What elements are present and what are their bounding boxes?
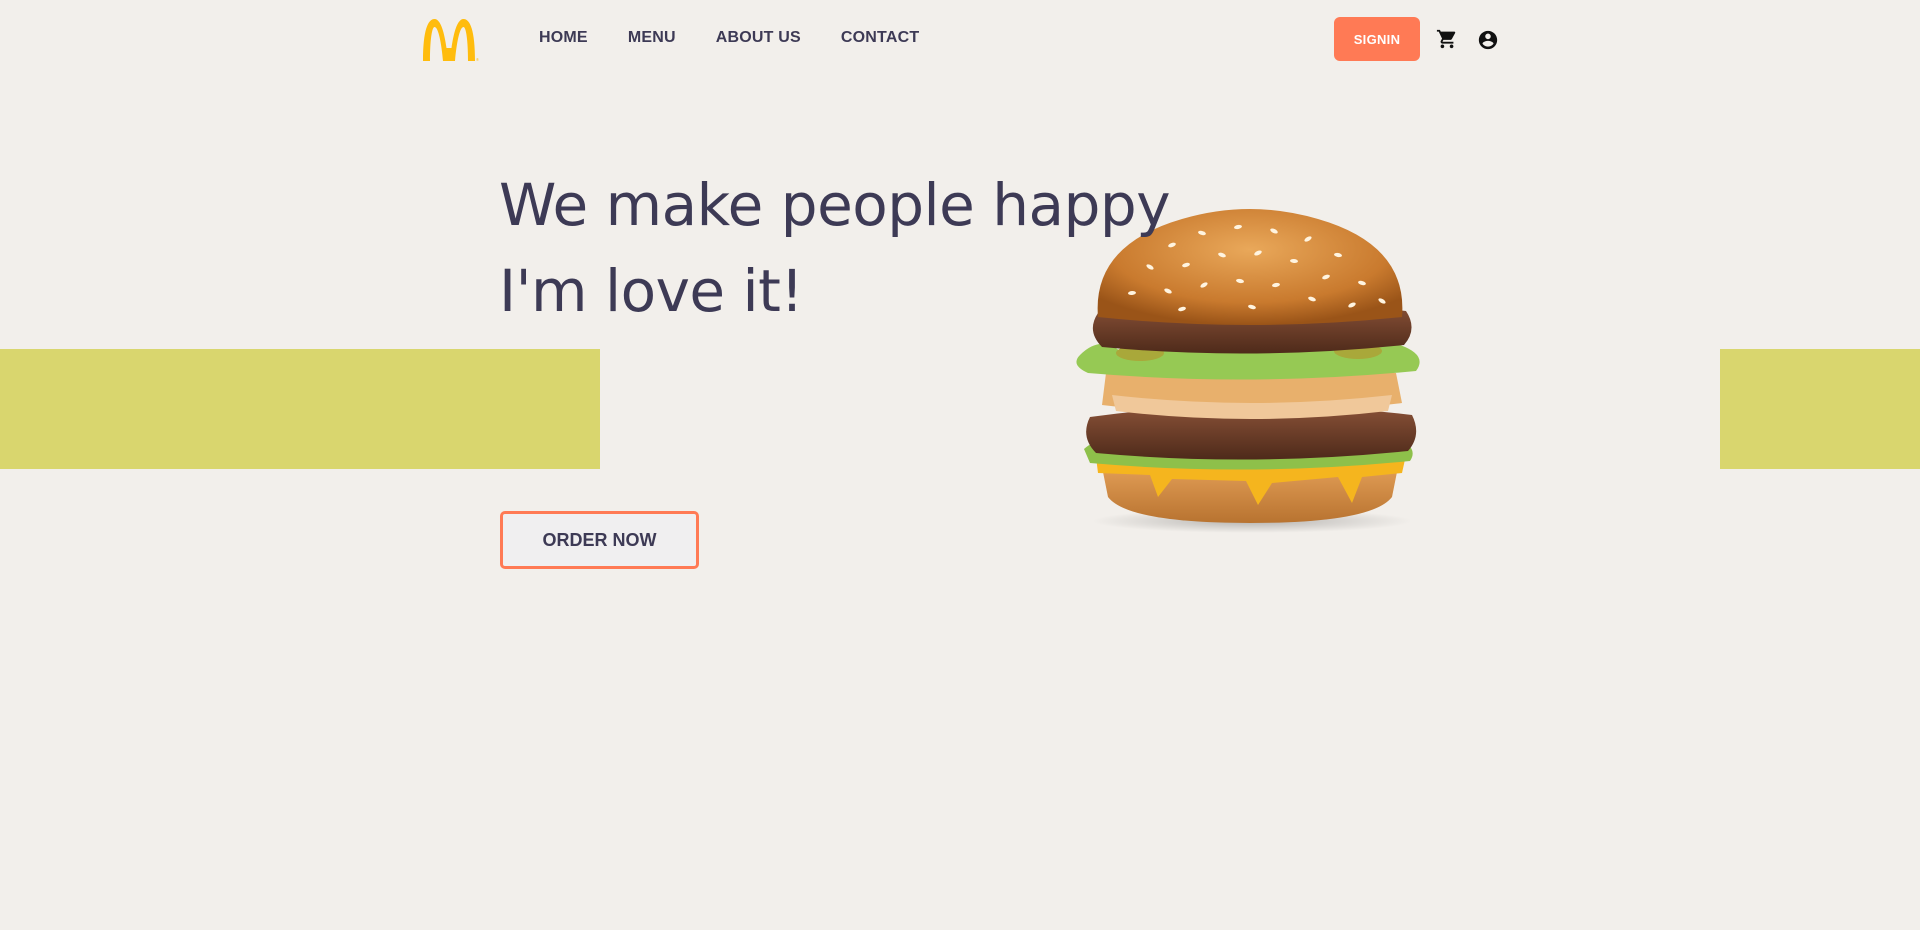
order-now-button[interactable]: ORDER NOW bbox=[500, 511, 699, 569]
decorative-band-right bbox=[1720, 349, 1920, 469]
main-nav: HOME MENU ABOUT US CONTACT bbox=[539, 29, 919, 47]
nav-menu[interactable]: MENU bbox=[628, 29, 676, 47]
nav-about-us[interactable]: ABOUT US bbox=[716, 29, 801, 47]
nav-home[interactable]: HOME bbox=[539, 29, 588, 47]
landing-page: ® HOME MENU ABOUT US CONTACT SIGNIN We m… bbox=[0, 0, 1920, 930]
decorative-band-left bbox=[0, 349, 600, 469]
golden-arches-logo[interactable]: ® bbox=[419, 16, 479, 62]
hero-headline: We make people happy I'm love it! bbox=[499, 162, 1171, 334]
hero-headline-line2: I'm love it! bbox=[499, 257, 804, 325]
cart-icon[interactable] bbox=[1436, 28, 1458, 50]
svg-text:®: ® bbox=[476, 57, 479, 62]
hero-headline-line1: We make people happy bbox=[499, 171, 1171, 239]
signin-button[interactable]: SIGNIN bbox=[1334, 17, 1420, 61]
nav-contact[interactable]: CONTACT bbox=[841, 29, 919, 47]
account-circle-icon[interactable] bbox=[1477, 29, 1499, 51]
